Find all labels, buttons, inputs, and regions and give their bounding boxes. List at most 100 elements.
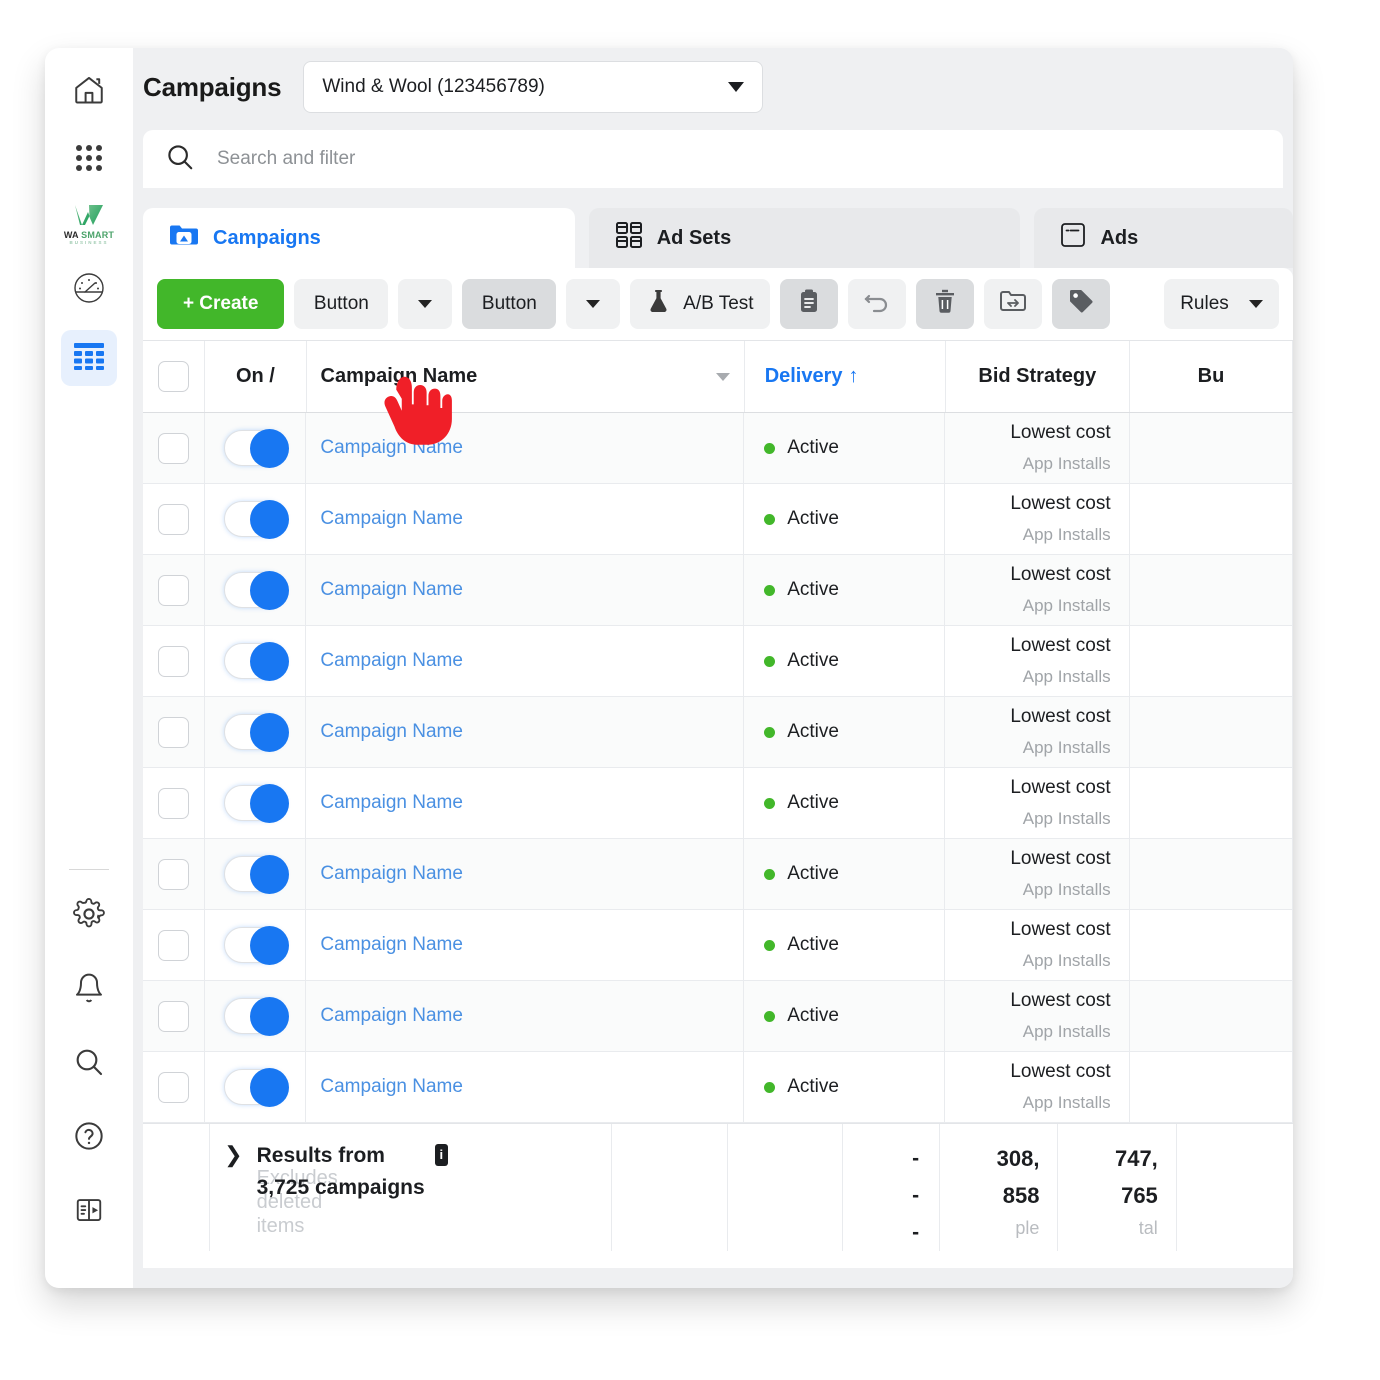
row-select-cell[interactable] — [143, 555, 206, 625]
sidebar-item-logo[interactable]: WA SMART BUSINESS — [58, 200, 120, 248]
tab-ads[interactable]: Ads — [1034, 208, 1293, 268]
row-checkbox[interactable] — [158, 503, 190, 535]
row-toggle-cell[interactable] — [205, 555, 307, 625]
row-toggle-cell[interactable] — [205, 626, 307, 696]
table-row[interactable]: Campaign Name Active Lowest cost App Ins… — [143, 555, 1293, 626]
table-row[interactable]: Campaign Name Active Lowest cost App Ins… — [143, 413, 1293, 484]
duplicate-button[interactable] — [780, 279, 839, 329]
campaign-name-link[interactable]: Campaign Name — [320, 508, 463, 530]
row-name-cell[interactable]: Campaign Name — [306, 1052, 745, 1122]
campaign-name-link[interactable]: Campaign Name — [320, 792, 463, 814]
row-select-cell[interactable] — [143, 413, 206, 483]
row-select-cell[interactable] — [143, 1052, 206, 1122]
row-name-cell[interactable]: Campaign Name — [306, 555, 745, 625]
row-select-cell[interactable] — [143, 768, 206, 838]
row-checkbox[interactable] — [158, 432, 190, 464]
sidebar-item-help[interactable] — [61, 1110, 117, 1166]
row-checkbox[interactable] — [158, 929, 190, 961]
column-header-campaign-name[interactable]: Campaign Name — [307, 341, 745, 412]
row-select-cell[interactable] — [143, 484, 206, 554]
rules-button[interactable]: Rules — [1163, 279, 1279, 329]
row-select-cell[interactable] — [143, 697, 206, 767]
row-checkbox[interactable] — [158, 787, 190, 819]
row-select-cell[interactable] — [143, 910, 206, 980]
row-toggle-cell[interactable] — [205, 839, 307, 909]
campaign-name-link[interactable]: Campaign Name — [320, 437, 463, 459]
row-checkbox[interactable] — [158, 1071, 190, 1103]
ab-test-button[interactable]: A/B Test — [630, 279, 771, 329]
status-toggle[interactable] — [224, 997, 290, 1036]
sidebar-item-notifications[interactable] — [61, 962, 117, 1018]
tab-ad-sets[interactable]: Ad Sets — [588, 208, 1021, 268]
campaign-name-link[interactable]: Campaign Name — [320, 579, 463, 601]
search-input[interactable]: Search and filter — [143, 130, 1283, 188]
row-name-cell[interactable]: Campaign Name — [306, 839, 745, 909]
row-toggle-cell[interactable] — [205, 484, 307, 554]
sidebar-item-analytics[interactable] — [61, 262, 117, 318]
tag-button[interactable] — [1052, 279, 1110, 329]
row-toggle-cell[interactable] — [205, 981, 307, 1051]
campaign-name-link[interactable]: Campaign Name — [320, 650, 463, 672]
row-checkbox[interactable] — [158, 645, 190, 677]
account-selector[interactable]: Wind & Wool (123456789) — [303, 61, 764, 113]
row-name-cell[interactable]: Campaign Name — [306, 768, 745, 838]
status-toggle[interactable] — [224, 571, 290, 610]
chevron-right-icon[interactable]: ❯ — [224, 1142, 242, 1168]
row-toggle-cell[interactable] — [205, 910, 307, 980]
campaign-name-link[interactable]: Campaign Name — [320, 1005, 463, 1027]
column-header-bid-strategy[interactable]: Bid Strategy — [946, 341, 1130, 412]
status-toggle[interactable] — [224, 855, 290, 894]
move-folder-button[interactable] — [984, 279, 1043, 329]
row-checkbox[interactable] — [158, 1000, 190, 1032]
table-row[interactable]: Campaign Name Active Lowest cost App Ins… — [143, 484, 1293, 555]
sidebar-item-panel[interactable] — [61, 1184, 117, 1240]
status-toggle[interactable] — [224, 500, 290, 539]
sidebar-item-apps[interactable] — [61, 132, 117, 188]
row-select-cell[interactable] — [143, 626, 206, 696]
row-toggle-cell[interactable] — [205, 413, 307, 483]
sidebar-item-settings[interactable] — [61, 888, 117, 944]
info-icon[interactable]: i — [434, 1144, 448, 1166]
status-toggle[interactable] — [224, 713, 290, 752]
row-name-cell[interactable]: Campaign Name — [306, 626, 745, 696]
campaign-name-link[interactable]: Campaign Name — [320, 863, 463, 885]
row-checkbox[interactable] — [158, 858, 190, 890]
row-name-cell[interactable]: Campaign Name — [306, 910, 745, 980]
undo-button[interactable] — [848, 279, 907, 329]
row-toggle-cell[interactable] — [205, 1052, 307, 1122]
button-2[interactable]: Button — [462, 279, 557, 329]
summary-label-cell[interactable]: ❯ Results from i 3,725 campaigns Exclude… — [210, 1124, 613, 1251]
row-name-cell[interactable]: Campaign Name — [306, 981, 745, 1051]
table-row[interactable]: Campaign Name Active Lowest cost App Ins… — [143, 768, 1293, 839]
table-row[interactable]: Campaign Name Active Lowest cost App Ins… — [143, 626, 1293, 697]
chevron-down-icon[interactable] — [715, 372, 730, 381]
create-button[interactable]: + Create — [157, 279, 285, 329]
row-name-cell[interactable]: Campaign Name — [306, 413, 745, 483]
button-1-dropdown[interactable] — [398, 279, 453, 329]
row-select-cell[interactable] — [143, 981, 206, 1051]
campaign-name-link[interactable]: Campaign Name — [320, 934, 463, 956]
row-checkbox[interactable] — [158, 574, 190, 606]
row-toggle-cell[interactable] — [205, 768, 307, 838]
table-row[interactable]: Campaign Name Active Lowest cost App Ins… — [143, 910, 1293, 981]
campaign-name-link[interactable]: Campaign Name — [320, 1076, 463, 1098]
table-row[interactable]: Campaign Name Active Lowest cost App Ins… — [143, 981, 1293, 1052]
column-header-toggle[interactable]: On / — [205, 341, 307, 412]
table-row[interactable]: Campaign Name Active Lowest cost App Ins… — [143, 1052, 1293, 1123]
column-header-delivery[interactable]: Delivery ↑ — [745, 341, 946, 412]
status-toggle[interactable] — [224, 429, 290, 468]
row-name-cell[interactable]: Campaign Name — [306, 697, 745, 767]
row-select-cell[interactable] — [143, 839, 206, 909]
button-1[interactable]: Button — [294, 279, 389, 329]
select-all-header[interactable] — [143, 341, 206, 412]
status-toggle[interactable] — [224, 784, 290, 823]
sidebar-item-home[interactable] — [61, 64, 117, 120]
status-toggle[interactable] — [224, 926, 290, 965]
status-toggle[interactable] — [224, 1068, 290, 1107]
row-name-cell[interactable]: Campaign Name — [306, 484, 745, 554]
campaign-name-link[interactable]: Campaign Name — [320, 721, 463, 743]
status-toggle[interactable] — [224, 642, 290, 681]
column-header-budget[interactable]: Bu — [1130, 341, 1293, 412]
tab-campaigns[interactable]: Campaigns — [143, 208, 575, 268]
sidebar-item-search[interactable] — [61, 1036, 117, 1092]
